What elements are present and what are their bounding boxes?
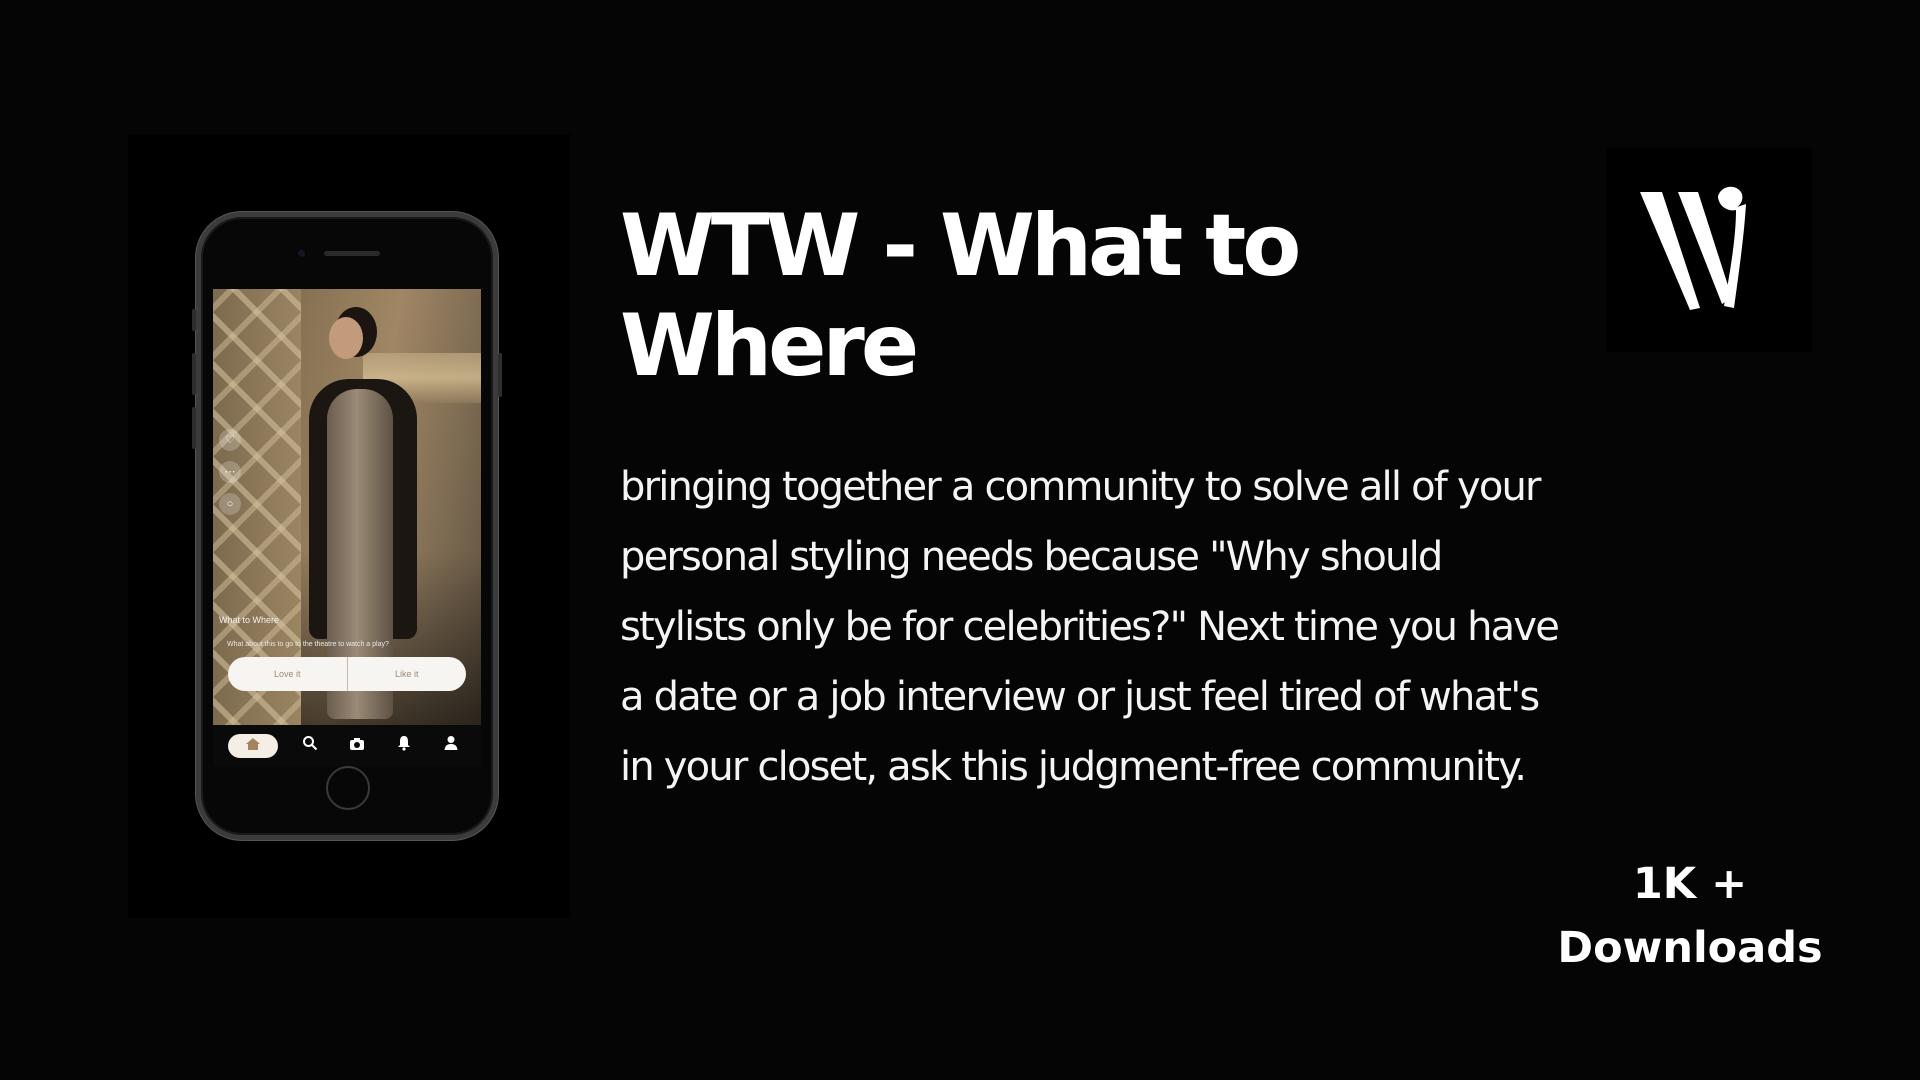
- bottom-tab-bar: [213, 725, 481, 766]
- app-description: bringing together a community to solve a…: [620, 464, 1560, 790]
- phone-volume-down: [192, 407, 196, 449]
- downloads-stat: 1K + Downloads: [1540, 852, 1840, 980]
- app-title: WTW - What to Where: [620, 196, 1301, 396]
- search-icon-glyph: [302, 735, 317, 750]
- phone-mockup: ♡ ⋯ ○ What to Where What about this to g…: [192, 212, 502, 840]
- post-side-actions: ♡ ⋯ ○: [219, 429, 243, 525]
- camera-icon[interactable]: [342, 734, 372, 758]
- love-it-button[interactable]: Love it: [228, 657, 347, 691]
- post-title: What to Where: [219, 615, 280, 625]
- profile-icon[interactable]: [436, 734, 466, 758]
- app-screen: ♡ ⋯ ○ What to Where What about this to g…: [213, 289, 481, 766]
- camera-icon-glyph: [349, 737, 364, 750]
- w-monogram-logo: [1606, 148, 1812, 352]
- home-icon-glyph: [245, 737, 260, 750]
- photo-model-head: [329, 317, 363, 359]
- like-it-button[interactable]: Like it: [348, 657, 467, 691]
- phone-speaker: [324, 251, 380, 256]
- phone-power-button: [498, 353, 502, 397]
- home-icon[interactable]: [227, 733, 278, 758]
- bell-icon[interactable]: [389, 734, 419, 758]
- vote-bar: Love it Like it: [228, 657, 466, 691]
- phone-volume-up: [192, 353, 196, 395]
- search-icon[interactable]: [295, 734, 325, 758]
- comment-icon[interactable]: ○: [219, 493, 241, 515]
- profile-icon-glyph: [444, 735, 458, 750]
- phone-mute-switch: [192, 309, 196, 331]
- downloads-label: Downloads: [1557, 923, 1823, 973]
- w-logo-icon: [1640, 186, 1746, 310]
- post-question: What about this to go to the theatre to …: [227, 641, 389, 648]
- phone-home-button: [326, 766, 370, 810]
- bell-icon-glyph: [398, 735, 411, 751]
- more-icon[interactable]: ⋯: [219, 461, 241, 483]
- front-camera: [298, 250, 305, 257]
- heart-icon[interactable]: ♡: [219, 429, 241, 451]
- downloads-count: 1K +: [1632, 859, 1748, 909]
- app-mockup-panel: ♡ ⋯ ○ What to Where What about this to g…: [128, 134, 570, 918]
